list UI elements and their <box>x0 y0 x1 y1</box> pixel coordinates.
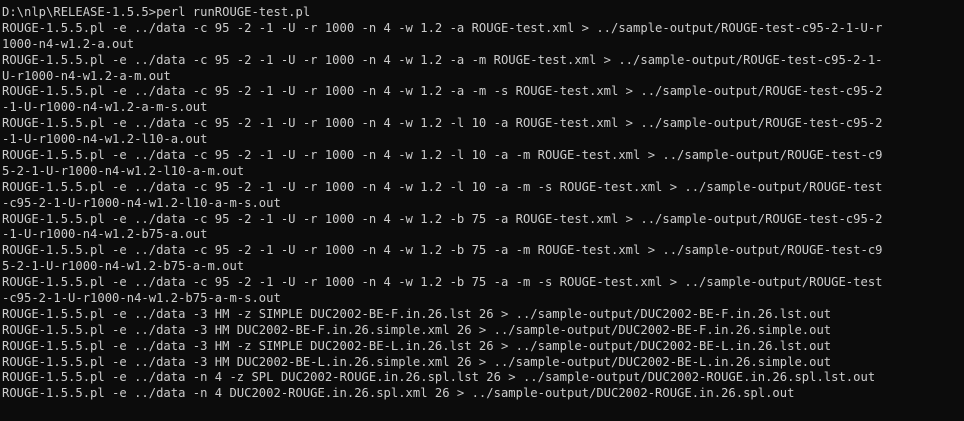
console-line: -c95-2-1-U-r1000-n4-w1.2-b75-a-m-s.out <box>2 291 281 306</box>
console-line: ROUGE-1.5.5.pl -e ../data -n 4 DUC2002-R… <box>2 386 795 401</box>
console-output[interactable]: D:\nlp\RELEASE-1.5.5>perl runROUGE-test.… <box>0 0 964 421</box>
console-line: ROUGE-1.5.5.pl -e ../data -c 95 -2 -1 -U… <box>2 179 883 194</box>
console-line: U-r1000-n4-w1.2-a-m.out <box>2 68 171 83</box>
console-line: ROUGE-1.5.5.pl -e ../data -3 HM -z SIMPL… <box>2 338 832 353</box>
console-line: ROUGE-1.5.5.pl -e ../data -3 HM -z SIMPL… <box>2 306 832 321</box>
console-line: 1000-n4-w1.2-a.out <box>2 36 135 51</box>
console-line: ROUGE-1.5.5.pl -e ../data -3 HM DUC2002-… <box>2 322 832 337</box>
console-line: -c95-2-1-U-r1000-n4-w1.2-l10-a-m-s.out <box>2 195 281 210</box>
console-line: ROUGE-1.5.5.pl -e ../data -c 95 -2 -1 -U… <box>2 275 883 290</box>
console-line: 5-2-1-U-r1000-n4-w1.2-b75-a-m.out <box>2 259 245 274</box>
console-line: -1-U-r1000-n4-w1.2-l10-a.out <box>2 132 208 147</box>
console-line: ROUGE-1.5.5.pl -e ../data -c 95 -2 -1 -U… <box>2 148 883 163</box>
console-line: -1-U-r1000-n4-w1.2-a-m-s.out <box>2 100 208 115</box>
console-line: ROUGE-1.5.5.pl -e ../data -c 95 -2 -1 -U… <box>2 20 883 35</box>
console-line-prompt: D:\nlp\RELEASE-1.5.5>perl runROUGE-test.… <box>2 5 311 19</box>
console-line: ROUGE-1.5.5.pl -e ../data -3 HM DUC2002-… <box>2 354 832 369</box>
console-line: ROUGE-1.5.5.pl -e ../data -c 95 -2 -1 -U… <box>2 116 883 131</box>
console-line: ROUGE-1.5.5.pl -e ../data -c 95 -2 -1 -U… <box>2 84 883 99</box>
console-line: ROUGE-1.5.5.pl -e ../data -c 95 -2 -1 -U… <box>2 243 883 258</box>
console-line: -1-U-r1000-n4-w1.2-b75-a.out <box>2 227 208 242</box>
console-line: ROUGE-1.5.5.pl -e ../data -n 4 -z SPL DU… <box>2 370 876 385</box>
console-line: 5-2-1-U-r1000-n4-w1.2-l10-a-m.out <box>2 163 245 178</box>
console-line: ROUGE-1.5.5.pl -e ../data -c 95 -2 -1 -U… <box>2 52 883 67</box>
console-line: ROUGE-1.5.5.pl -e ../data -c 95 -2 -1 -U… <box>2 211 883 226</box>
